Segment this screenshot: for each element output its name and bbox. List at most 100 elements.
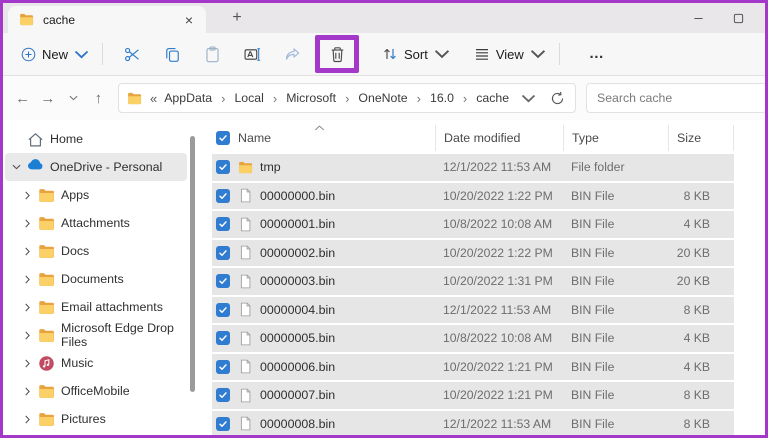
file-rows: tmp 12/1/2022 11:53 AM File folder 00000… [212,154,765,435]
sidebar-item[interactable]: Attachments [5,209,187,237]
sidebar-item[interactable]: OneDrive - Personal [5,153,187,181]
breadcrumb-segment[interactable]: 16.0 › [428,90,474,106]
toolbar-divider [102,43,103,65]
maximize-button[interactable] [723,9,753,27]
chevron-right-icon[interactable] [20,358,34,368]
sidebar-item[interactable]: Documents [5,265,187,293]
sidebar-item[interactable]: Music [5,349,187,377]
column-header-date-modified[interactable]: Date modified [435,125,563,151]
sidebar-item[interactable]: Email attachments [5,293,187,321]
chevron-right-icon[interactable] [20,302,34,312]
row-checkbox[interactable] [216,246,230,260]
breadcrumb-label[interactable]: OneNote [356,90,409,106]
chevron-right-icon[interactable] [20,330,34,340]
sidebar-scrollbar[interactable] [190,136,195,392]
minimize-button[interactable] [683,9,713,27]
file-row[interactable]: 00000003.bin 10/20/2022 1:31 PM BIN File… [212,268,734,295]
breadcrumb-label[interactable]: Local [232,90,265,106]
sidebar-item[interactable]: Home [5,125,187,153]
file-row[interactable]: 00000001.bin 10/8/2022 10:08 AM BIN File… [212,211,734,238]
see-more-button[interactable]: … [583,51,611,57]
chevron-placeholder[interactable] [9,134,23,144]
row-checkbox[interactable] [216,160,230,174]
breadcrumb-label[interactable]: AppData [162,90,214,106]
navigation-bar: ← → ↑ « AppData › Local › [3,76,765,120]
file-name: 00000006.bin [260,360,335,374]
sidebar-item[interactable]: Docs [5,237,187,265]
sort-button[interactable]: Sort [378,38,454,70]
row-checkbox[interactable] [216,331,230,345]
delete-button[interactable] [320,40,354,68]
chevron-right-icon: › [345,91,349,106]
breadcrumb-segment[interactable]: Microsoft › [284,90,356,106]
breadcrumb-overflow-indicator[interactable]: « [150,91,157,106]
minimize-icon [693,13,704,24]
file-row[interactable]: 00000004.bin 12/1/2022 11:53 AM BIN File… [212,297,734,324]
address-dropdown-icon[interactable] [521,91,536,106]
address-bar[interactable]: « AppData › Local › Microsoft › [118,83,576,113]
select-all-checkbox[interactable] [216,131,230,145]
sidebar-item[interactable]: Pictures [5,405,187,433]
column-header-type[interactable]: Type [563,125,668,151]
new-tab-button[interactable]: + [225,6,249,30]
search-input[interactable] [586,83,767,113]
file-size: 20 KB [668,246,734,260]
breadcrumb-segment[interactable]: AppData › [162,90,232,106]
breadcrumb-label[interactable]: Microsoft [284,90,338,106]
file-row[interactable]: tmp 12/1/2022 11:53 AM File folder [212,154,734,181]
maximize-icon [733,13,744,24]
row-checkbox[interactable] [216,303,230,317]
sidebar-item[interactable]: Microsoft Edge Drop Files [5,321,187,349]
new-button[interactable]: New [17,38,93,70]
view-button[interactable]: View [470,38,550,70]
up-button[interactable]: ↑ [87,85,110,111]
row-checkbox[interactable] [216,360,230,374]
breadcrumb-label[interactable]: cache [474,90,511,106]
share-button[interactable] [272,38,312,70]
rename-button[interactable] [232,38,272,70]
chevron-right-icon[interactable] [20,190,34,200]
file-size: 4 KB [668,360,734,374]
file-row[interactable]: 00000000.bin 10/20/2022 1:22 PM BIN File… [212,183,734,210]
paste-button[interactable] [192,38,232,70]
file-row[interactable]: 00000007.bin 10/20/2022 1:21 PM BIN File… [212,382,734,409]
sidebar-item[interactable]: Apps [5,181,187,209]
cut-button[interactable] [112,38,152,70]
row-checkbox[interactable] [216,189,230,203]
chevron-right-icon: › [221,91,225,106]
row-checkbox[interactable] [216,217,230,231]
chevron-right-icon[interactable] [20,386,34,396]
chevron-right-icon[interactable] [20,274,34,284]
file-row[interactable]: 00000005.bin 10/8/2022 10:08 AM BIN File… [212,325,734,352]
file-row[interactable]: 00000002.bin 10/20/2022 1:22 PM BIN File… [212,240,734,267]
breadcrumb-label[interactable]: 16.0 [428,90,456,106]
column-header-size[interactable]: Size [668,125,734,151]
file-type: BIN File [563,303,668,317]
row-checkbox[interactable] [216,274,230,288]
music-icon [38,355,55,372]
chevron-down-icon[interactable] [9,162,23,172]
forward-button[interactable]: → [36,85,59,111]
row-checkbox[interactable] [216,417,230,431]
refresh-icon[interactable] [550,91,565,106]
file-type: File folder [563,160,668,174]
copy-button[interactable] [152,38,192,70]
close-tab-icon[interactable]: × [180,11,198,29]
sidebar-item[interactable]: OfficeMobile [5,377,187,405]
chevron-right-icon[interactable] [20,246,34,256]
back-button[interactable]: ← [11,85,34,111]
column-header-name[interactable]: Name [238,125,435,151]
row-checkbox[interactable] [216,388,230,402]
breadcrumb-segment[interactable]: Local › [232,90,284,106]
file-name: 00000004.bin [260,303,335,317]
breadcrumb-segment[interactable]: OneNote › [356,90,428,106]
breadcrumb-segment[interactable]: cache › [474,90,511,106]
tab-cache[interactable]: cache × [8,6,206,33]
file-icon [238,331,253,346]
recent-locations-button[interactable] [62,85,85,111]
navigation-pane: Home OneDrive - Personal Apps [3,120,209,435]
chevron-right-icon[interactable] [20,218,34,228]
file-row[interactable]: 00000006.bin 10/20/2022 1:21 PM BIN File… [212,354,734,381]
chevron-right-icon[interactable] [20,414,34,424]
file-row[interactable]: 00000008.bin 12/1/2022 11:53 AM BIN File… [212,411,734,436]
